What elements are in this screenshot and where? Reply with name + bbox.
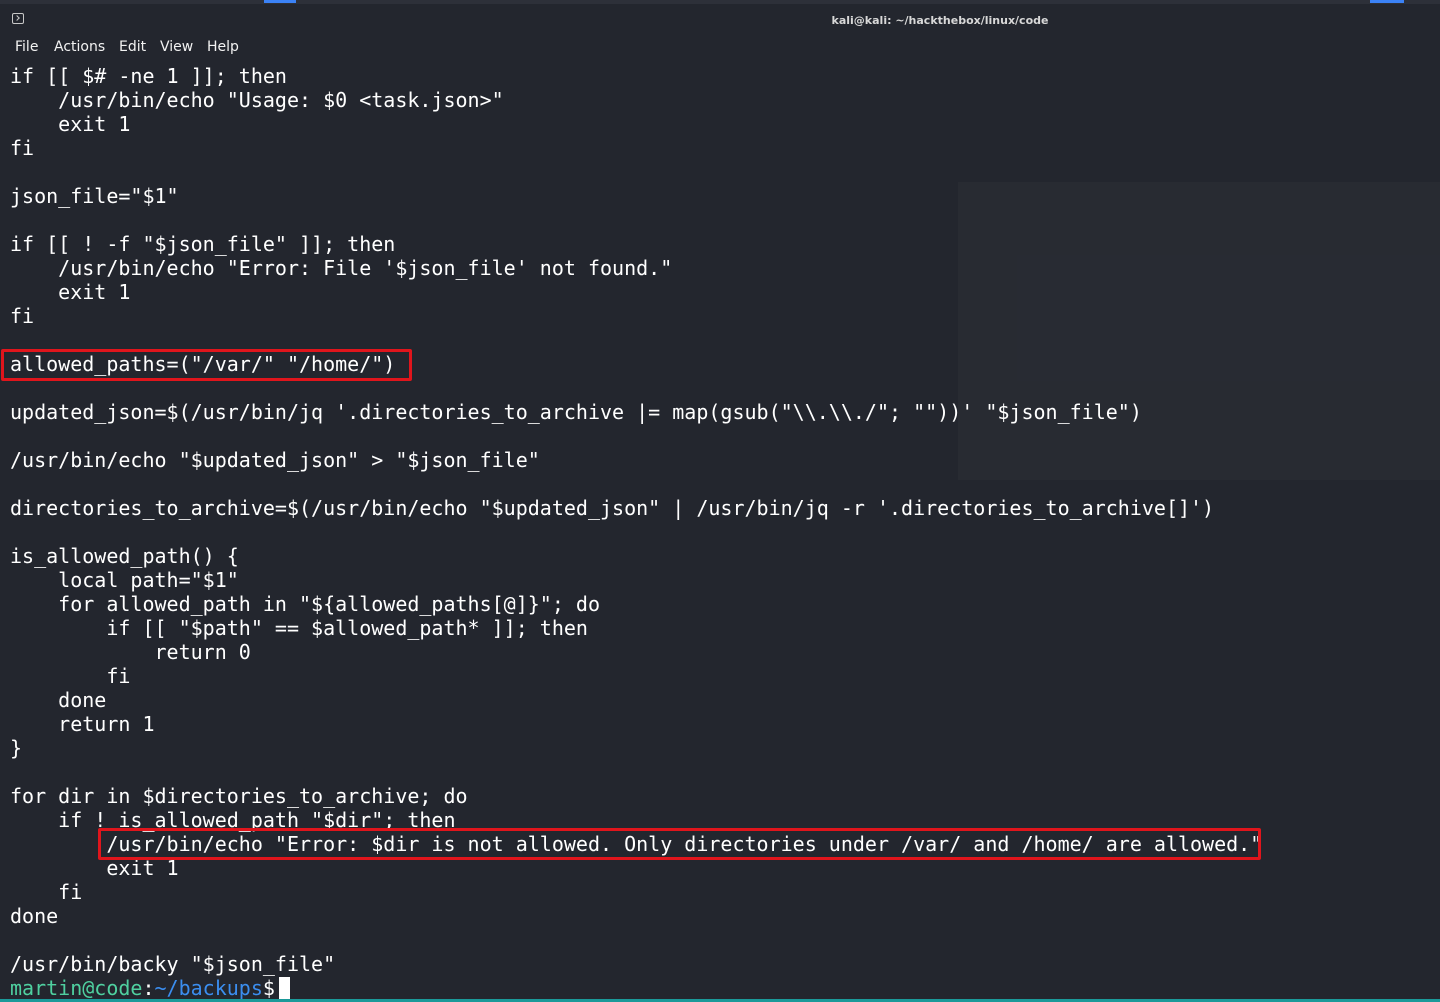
terminal-line: is_allowed_path() { — [10, 544, 239, 568]
terminal-line: /usr/bin/backy "$json_file" — [10, 952, 336, 976]
terminal-line: fi — [10, 304, 35, 328]
menu-bar: File Actions Edit View Help — [0, 36, 1440, 60]
highlight-box-error-message — [98, 828, 1261, 860]
terminal-line: } — [10, 736, 23, 760]
prompt-separator: : — [142, 976, 155, 1000]
terminal-line: done — [10, 904, 59, 928]
terminal-line: return 1 — [10, 712, 155, 736]
terminal-line: exit 1 — [10, 112, 131, 136]
menu-view[interactable]: View — [160, 39, 193, 55]
shell-prompt[interactable]: martin@code:~/backups$ — [10, 976, 290, 1000]
terminal-line: fi — [10, 136, 35, 160]
terminal-line: for dir in $directories_to_archive; do — [10, 784, 468, 808]
terminal-line: json_file="$1" — [10, 184, 179, 208]
terminal-output[interactable]: if [[ $# -ne 1 ]]; then /usr/bin/echo "U… — [0, 62, 1440, 1002]
terminal-line: /usr/bin/echo "Error: File '$json_file' … — [10, 256, 673, 280]
window-title: kali@kali: ~/hackthebox/linux/code — [831, 14, 1049, 27]
terminal-line: done — [10, 688, 107, 712]
terminal-line: if [[ ! -f "$json_file" ]]; then — [10, 232, 396, 256]
terminal-line: fi — [10, 880, 83, 904]
workspace-indicator[interactable] — [1370, 0, 1404, 3]
terminal-line: if [[ $# -ne 1 ]]; then — [10, 64, 287, 88]
terminal-line: /usr/bin/echo "$updated_json" > "$json_f… — [10, 448, 540, 472]
terminal-line: return 0 — [10, 640, 251, 664]
text-cursor — [278, 977, 290, 999]
terminal-line: if [[ "$path" == $allowed_path* ]]; then — [10, 616, 588, 640]
menu-actions[interactable]: Actions — [54, 39, 105, 55]
terminal-line: updated_json=$(/usr/bin/jq '.directories… — [10, 400, 1142, 424]
prompt-user-host: martin@code — [10, 976, 143, 1000]
terminal-line: /usr/bin/echo "Usage: $0 <task.json>" — [10, 88, 504, 112]
terminal-line: fi — [10, 664, 131, 688]
terminal-line: directories_to_archive=$(/usr/bin/echo "… — [10, 496, 1215, 520]
menu-help[interactable]: Help — [207, 39, 239, 55]
terminal-line: local path="$1" — [10, 568, 239, 592]
workspace-indicator[interactable] — [264, 0, 296, 3]
title-bar: kali@kali: ~/hackthebox/linux/code — [0, 4, 1440, 36]
terminal-line: exit 1 — [10, 280, 131, 304]
prompt-path: ~/backups — [154, 976, 263, 1000]
menu-edit[interactable]: Edit — [119, 39, 146, 55]
terminal-line: for allowed_path in "${allowed_paths[@]}… — [10, 592, 601, 616]
terminal-window: kali@kali: ~/hackthebox/linux/code File … — [0, 0, 1440, 1002]
prompt-symbol: $ — [262, 976, 275, 1000]
menu-file[interactable]: File — [15, 39, 38, 55]
highlight-box-allowed-paths — [1, 349, 412, 381]
